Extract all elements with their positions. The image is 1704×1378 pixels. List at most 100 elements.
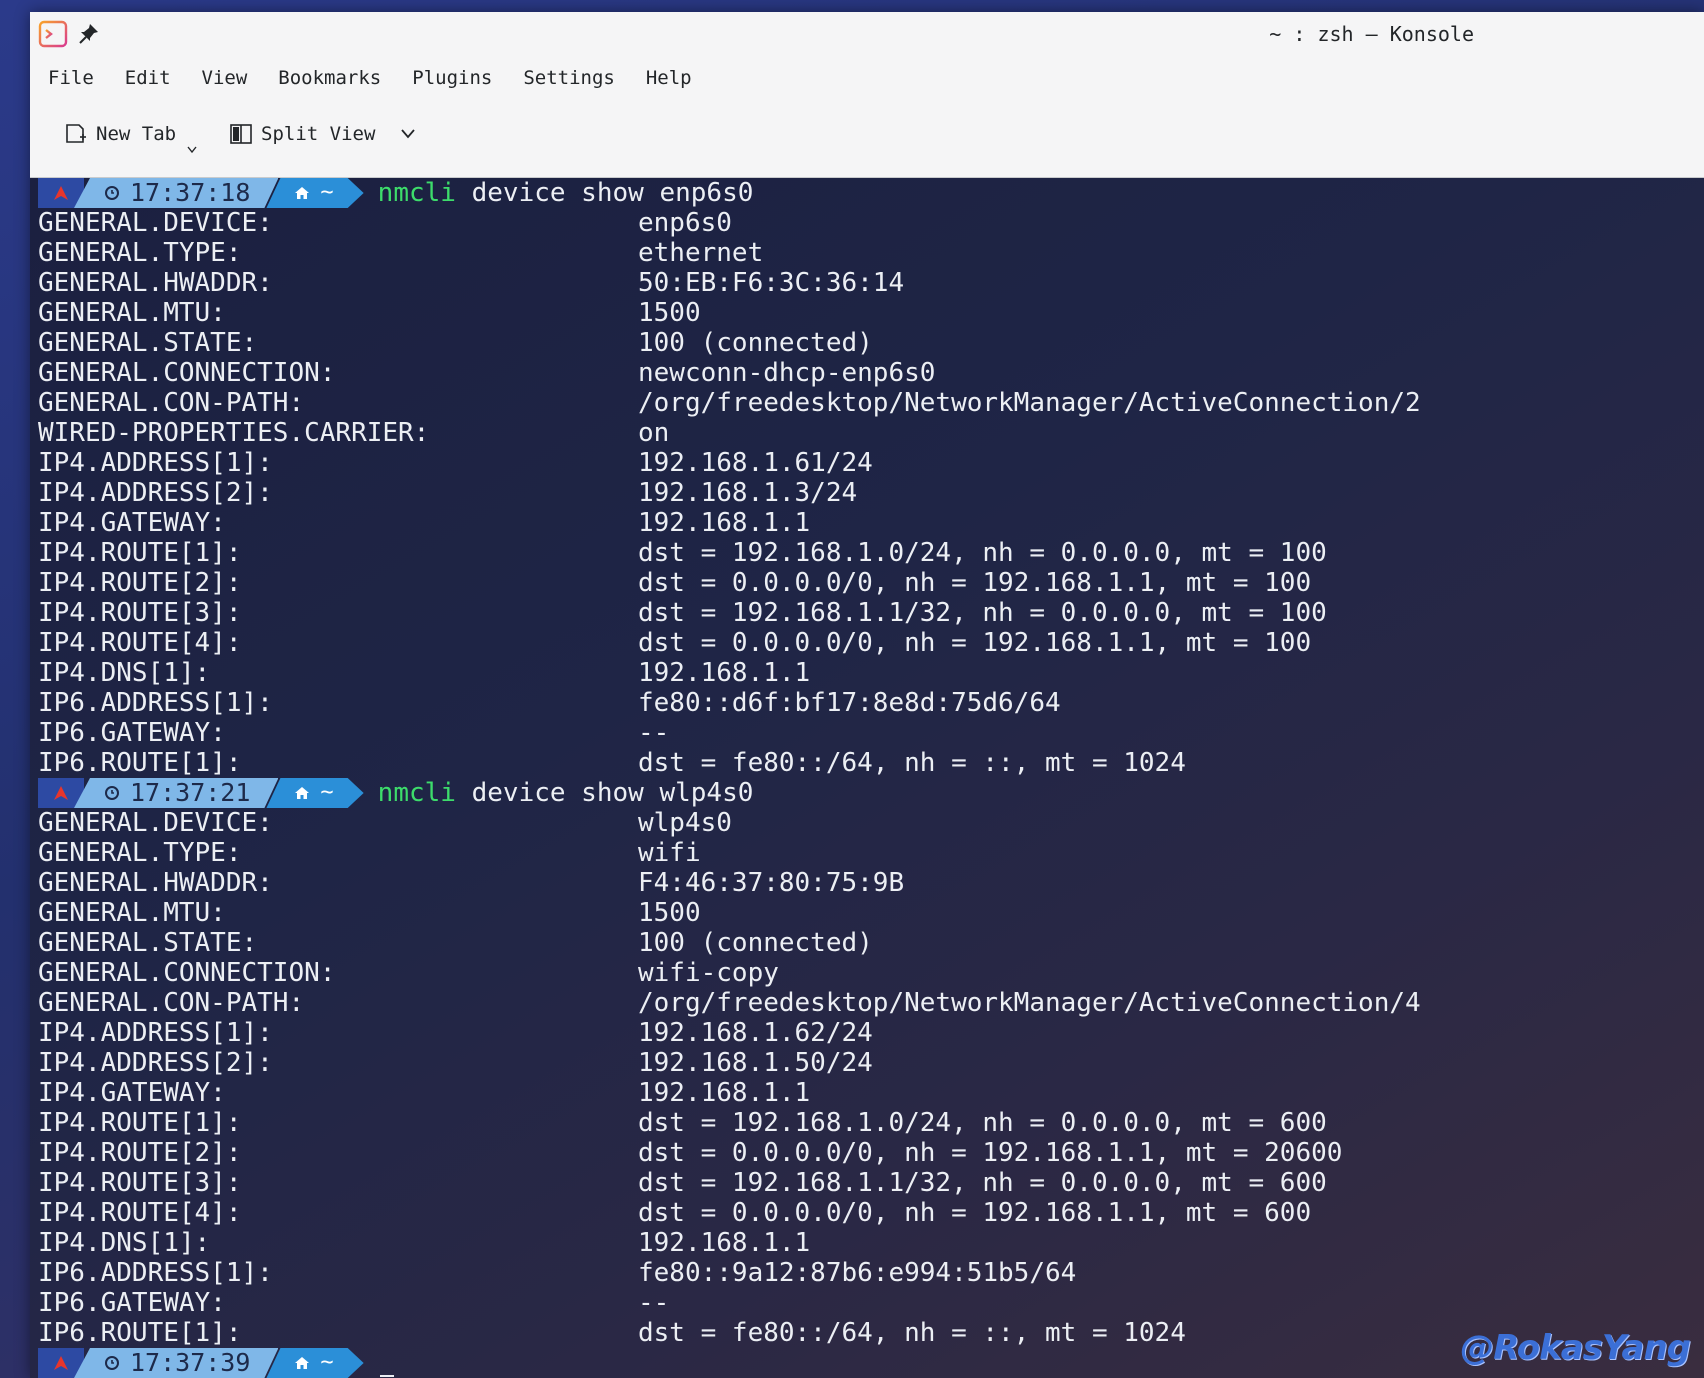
property-value: dst = 0.0.0.0/0, nh = 192.168.1.1, mt = … <box>638 628 1312 658</box>
chevron-down-icon[interactable] <box>400 128 416 140</box>
output-row: IP4.ROUTE[3]: dst = 192.168.1.1/32, nh = … <box>38 1168 1704 1198</box>
property-name: IP4.DNS[1]: <box>38 658 211 688</box>
new-tab-label: New Tab <box>96 123 177 145</box>
property-name: GENERAL.CONNECTION: <box>38 958 336 988</box>
property-value: -- <box>638 718 670 748</box>
property-value: -- <box>638 1288 670 1318</box>
prompt-time-segment: 17:37:39 <box>74 1348 278 1378</box>
property-value: dst = 192.168.1.1/32, nh = 0.0.0.0, mt =… <box>638 598 1327 628</box>
command-args: device show wlp4s0 <box>471 778 754 808</box>
output-row: GENERAL.MTU: 1500 <box>38 898 1704 928</box>
command-name: nmcli <box>377 778 456 808</box>
property-name: IP4.GATEWAY: <box>38 1078 226 1108</box>
property-name: IP6.ADDRESS[1]: <box>38 688 273 718</box>
property-name: IP6.ROUTE[1]: <box>38 748 242 778</box>
output-row: IP4.ROUTE[1]: dst = 192.168.1.0/24, nh = … <box>38 1108 1704 1138</box>
output-row: IP6.ADDRESS[1]: fe80::9a12:87b6:e994:51b5… <box>38 1258 1704 1288</box>
shell-prompt: 17:37:39 ~ <box>38 1348 1704 1378</box>
property-name: IP6.GATEWAY: <box>38 718 226 748</box>
property-value: wlp4s0 <box>638 808 732 838</box>
output-row: IP4.ROUTE[3]: dst = 192.168.1.1/32, nh = … <box>38 598 1704 628</box>
output-row: GENERAL.CON-PATH: /org/freedesktop/Networ… <box>38 988 1704 1018</box>
prompt-time-segment: 17:37:18 <box>74 178 278 208</box>
command-args: device show enp6s0 <box>471 178 754 208</box>
pin-icon[interactable] <box>78 22 100 46</box>
property-name: GENERAL.HWADDR: <box>38 868 273 898</box>
property-value: fe80::9a12:87b6:e994:51b5/64 <box>638 1258 1077 1288</box>
property-value: 1500 <box>638 898 701 928</box>
split-view-icon <box>230 124 252 144</box>
property-name: IP4.ADDRESS[1]: <box>38 1018 273 1048</box>
property-value: fe80::d6f:bf17:8e8d:75d6/64 <box>638 688 1061 718</box>
property-name: IP4.ROUTE[3]: <box>38 1168 242 1198</box>
property-name: GENERAL.TYPE: <box>38 838 242 868</box>
property-value: on <box>638 418 670 448</box>
output-row: GENERAL.MTU: 1500 <box>38 298 1704 328</box>
output-row: IP4.DNS[1]: 192.168.1.1 <box>38 658 1704 688</box>
property-value: 1500 <box>638 298 701 328</box>
output-row: IP4.ADDRESS[2]: 192.168.1.50/24 <box>38 1048 1704 1078</box>
command-text: nmcli device show enp6s0 <box>378 178 754 208</box>
output-row: GENERAL.STATE: 100 (connected) <box>38 928 1704 958</box>
output-row: GENERAL.DEVICE: enp6s0 <box>38 208 1704 238</box>
output-row: IP4.ADDRESS[1]: 192.168.1.62/24 <box>38 1018 1704 1048</box>
property-name: GENERAL.HWADDR: <box>38 268 273 298</box>
property-value: F4:46:37:80:75:9B <box>638 868 905 898</box>
clock-icon <box>104 185 120 201</box>
property-value: dst = 192.168.1.1/32, nh = 0.0.0.0, mt =… <box>638 1168 1327 1198</box>
output-row: IP4.DNS[1]: 192.168.1.1 <box>38 1228 1704 1258</box>
property-value: 192.168.1.50/24 <box>638 1048 873 1078</box>
menu-bar: File Edit View Bookmarks Plugins Setting… <box>30 56 1704 100</box>
split-view-button[interactable]: Split View <box>229 122 375 146</box>
property-value: dst = 192.168.1.0/24, nh = 0.0.0.0, mt =… <box>638 538 1327 568</box>
output-row: GENERAL.CON-PATH: /org/freedesktop/Networ… <box>38 388 1704 418</box>
output-row: IP6.ROUTE[1]: dst = fe80::/64, nh = ::, m… <box>38 748 1704 778</box>
property-value: dst = fe80::/64, nh = ::, mt = 1024 <box>638 748 1186 778</box>
property-value: 192.168.1.62/24 <box>638 1018 873 1048</box>
property-name: IP4.ADDRESS[2]: <box>38 478 273 508</box>
prompt-dir-segment: ~ <box>266 178 363 208</box>
menu-bookmarks[interactable]: Bookmarks <box>278 63 381 93</box>
property-name: IP4.ROUTE[4]: <box>38 628 242 658</box>
property-name: IP4.ROUTE[3]: <box>38 598 242 628</box>
home-icon <box>294 1356 310 1370</box>
command-name: nmcli <box>377 178 456 208</box>
property-name: IP4.ROUTE[2]: <box>38 1138 242 1168</box>
toolbar: New Tab Split View <box>30 100 1704 178</box>
property-name: IP6.ADDRESS[1]: <box>38 1258 273 1288</box>
prompt-time: 17:37:39 <box>130 1348 251 1377</box>
split-view-label: Split View <box>261 123 376 145</box>
menu-edit[interactable]: Edit <box>125 63 171 93</box>
output-row: GENERAL.TYPE: ethernet <box>38 238 1704 268</box>
window-title: ~ : zsh — Konsole <box>1269 22 1474 46</box>
property-name: GENERAL.STATE: <box>38 928 258 958</box>
property-value: 192.168.1.1 <box>638 1078 811 1108</box>
prompt-time: 17:37:18 <box>130 178 251 207</box>
property-name: GENERAL.DEVICE: <box>38 808 273 838</box>
output-row: GENERAL.CONNECTION: newconn-dhcp-enp6s0 <box>38 358 1704 388</box>
property-name: IP4.ROUTE[2]: <box>38 568 242 598</box>
terminal-output[interactable]: 17:37:18 ~ nmcli device show enp6s0 GENE… <box>30 178 1704 1378</box>
property-name: IP4.ROUTE[4]: <box>38 1198 242 1228</box>
property-value: dst = 0.0.0.0/0, nh = 192.168.1.1, mt = … <box>638 1138 1343 1168</box>
output-row: GENERAL.TYPE: wifi <box>38 838 1704 868</box>
property-name: GENERAL.STATE: <box>38 328 258 358</box>
property-name: GENERAL.CON-PATH: <box>38 388 305 418</box>
new-tab-button[interactable]: New Tab <box>64 122 176 146</box>
new-tab-dropdown-icon[interactable] <box>187 146 197 154</box>
prompt-dir-segment: ~ <box>266 1348 363 1378</box>
property-name: GENERAL.CON-PATH: <box>38 988 305 1018</box>
menu-settings[interactable]: Settings <box>523 63 615 93</box>
property-value: 192.168.1.1 <box>638 1228 811 1258</box>
menu-view[interactable]: View <box>202 63 248 93</box>
property-name: GENERAL.CONNECTION: <box>38 358 336 388</box>
property-value: dst = 0.0.0.0/0, nh = 192.168.1.1, mt = … <box>638 1198 1312 1228</box>
menu-plugins[interactable]: Plugins <box>412 63 492 93</box>
menu-file[interactable]: File <box>48 63 94 93</box>
output-row: IP6.ROUTE[1]: dst = fe80::/64, nh = ::, m… <box>38 1318 1704 1348</box>
shell-prompt: 17:37:18 ~ nmcli device show enp6s0 <box>38 178 1704 208</box>
property-name: GENERAL.DEVICE: <box>38 208 273 238</box>
menu-help[interactable]: Help <box>646 63 692 93</box>
property-value: 100 (connected) <box>638 328 873 358</box>
output-row: GENERAL.HWADDR: F4:46:37:80:75:9B <box>38 868 1704 898</box>
